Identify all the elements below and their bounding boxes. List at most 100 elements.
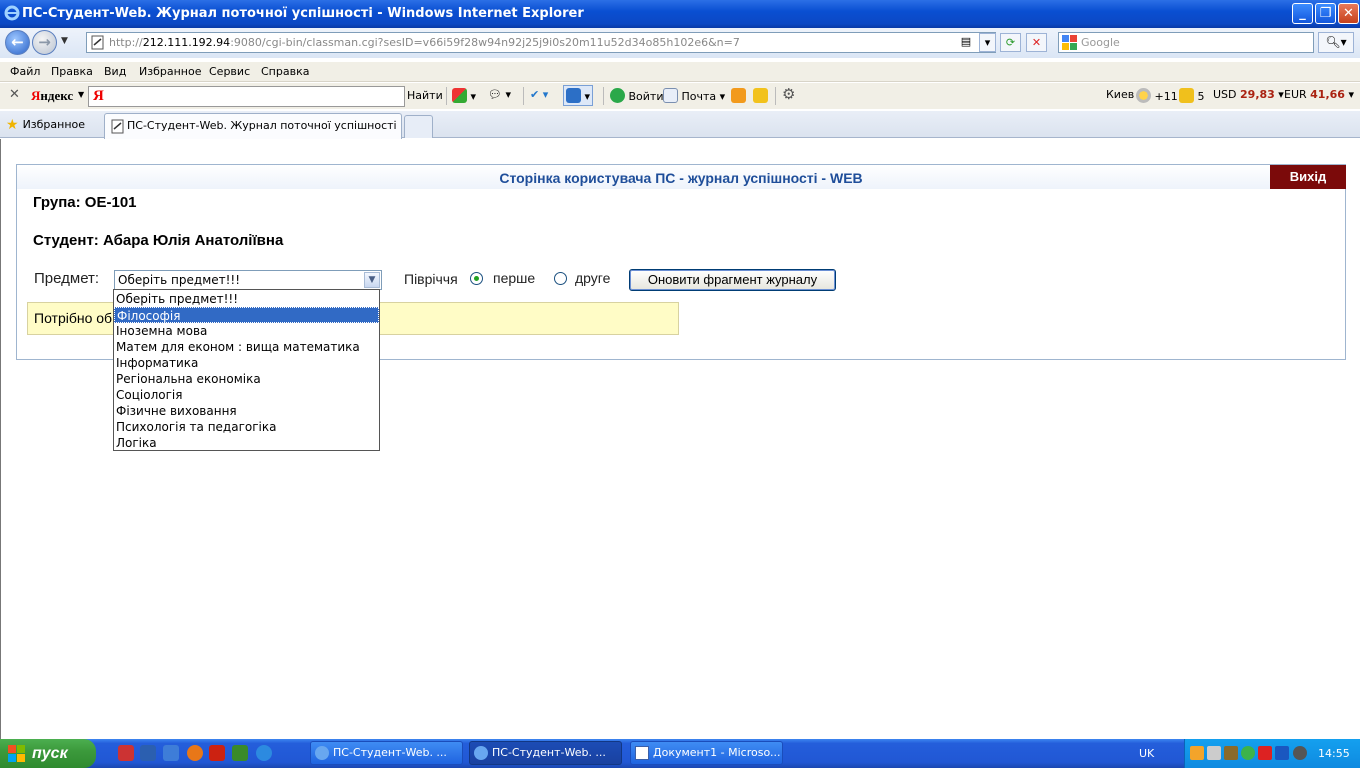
search-input[interactable]: Google xyxy=(1058,32,1314,53)
chevron-down-icon[interactable]: ▼ xyxy=(364,272,380,288)
yandex-find-button[interactable]: Найти xyxy=(407,89,443,102)
settings-gear-icon[interactable]: ⚙ xyxy=(782,85,795,103)
address-field[interactable]: http://212.111.192.94:9080/cgi-bin/class… xyxy=(86,32,996,53)
weather[interactable]: +11 xyxy=(1136,88,1178,103)
clock[interactable]: 14:55 xyxy=(1318,747,1350,760)
task-label: ПС-Студент-Web. ... xyxy=(492,746,606,759)
forward-button[interactable]: → xyxy=(32,30,57,55)
back-button[interactable]: ← xyxy=(5,30,30,55)
spellcheck-icon[interactable]: ✔ ▾ xyxy=(530,88,548,101)
logout-button[interactable]: Вихід xyxy=(1270,165,1346,189)
panel-header: Сторінка користувача ПС - журнал успішно… xyxy=(17,165,1345,189)
quicklaunch-app-icon[interactable] xyxy=(118,745,134,761)
task-button[interactable]: Документ1 - Microso... xyxy=(630,741,783,765)
highlighter-icon[interactable]: ▾ xyxy=(452,88,476,103)
subject-option[interactable]: Матем для економ : вища математика xyxy=(114,339,379,355)
url-prefix: http:// xyxy=(109,36,143,49)
task-button[interactable]: ПС-Студент-Web. ... xyxy=(310,741,463,765)
comment-icon[interactable]: 💬︎ ▾ xyxy=(488,88,511,101)
menu-favorites[interactable]: Избранное xyxy=(139,65,201,78)
upload-icon[interactable] xyxy=(209,745,225,761)
semester-first-radio[interactable] xyxy=(470,272,483,285)
network-icon[interactable] xyxy=(1275,746,1289,760)
yandex-dropdown-icon[interactable]: ▼ xyxy=(78,90,84,99)
app-icon[interactable] xyxy=(232,745,248,761)
taskbar: пуск ПС-Студент-Web. ... ПС-Студент-Web.… xyxy=(0,739,1360,768)
favorites-label: Избранное xyxy=(22,118,86,131)
window-title-bar[interactable]: ПС-Студент-Web. Журнал поточної успішнос… xyxy=(0,0,1360,28)
subject-option[interactable]: Психологія та педагогіка xyxy=(114,419,379,435)
yandex-logo[interactable]: Яндекс xyxy=(31,88,73,104)
login-icon xyxy=(610,88,625,103)
traffic[interactable]: 5 xyxy=(1179,88,1205,103)
mail-button[interactable]: Почта ▾ xyxy=(663,88,725,103)
update-icon[interactable] xyxy=(1258,746,1272,760)
page-icon xyxy=(91,35,104,50)
login-label: Войти xyxy=(628,90,664,103)
translate-icon[interactable]: ▾ xyxy=(563,85,594,106)
yandex-input-letter: Я xyxy=(93,88,104,104)
add-bookmark-icon[interactable] xyxy=(753,88,768,103)
compatibility-view-icon[interactable]: ▤ xyxy=(957,33,975,52)
tray-clock-icon[interactable] xyxy=(1293,746,1307,760)
refresh-journal-button[interactable]: Оновити фрагмент журналу xyxy=(629,269,836,291)
subject-option[interactable]: Іноземна мова xyxy=(114,323,379,339)
usd-rate[interactable]: USD 29,83 ▾ xyxy=(1213,88,1284,101)
subject-option[interactable]: Фізичне виховання xyxy=(114,403,379,419)
volume-icon[interactable] xyxy=(1224,746,1238,760)
menu-view[interactable]: Вид xyxy=(104,65,126,78)
tray-app-icon[interactable] xyxy=(1190,746,1204,760)
internet-explorer-icon[interactable] xyxy=(256,745,272,761)
subject-option[interactable]: Інформатика xyxy=(114,355,379,371)
browser-icon[interactable] xyxy=(163,745,179,761)
start-button[interactable]: пуск xyxy=(0,739,96,768)
refresh-icon[interactable]: ⟳ xyxy=(1000,33,1021,52)
subject-option-highlighted[interactable]: Філософія xyxy=(114,307,379,323)
menu-file[interactable]: Файл xyxy=(10,65,40,78)
city-label[interactable]: Киев xyxy=(1106,88,1134,101)
subject-option[interactable]: Соціологія xyxy=(114,387,379,403)
subject-option[interactable]: Логіка xyxy=(114,435,379,451)
language-indicator[interactable]: UK xyxy=(1139,747,1154,760)
page-icon xyxy=(111,119,124,134)
firefox-icon[interactable] xyxy=(187,745,203,761)
address-dropdown-button[interactable]: ▾ xyxy=(979,33,996,52)
printer-icon[interactable] xyxy=(1207,746,1221,760)
minimize-button[interactable]: _ xyxy=(1292,3,1313,24)
task-button-active[interactable]: ПС-Студент-Web. ... xyxy=(469,741,622,765)
menu-help[interactable]: Справка xyxy=(261,65,309,78)
eur-value: 41,66 xyxy=(1310,88,1345,101)
separator xyxy=(523,87,524,105)
menu-tools[interactable]: Сервис xyxy=(209,65,250,78)
semester-second-label: друге xyxy=(575,270,611,286)
new-tab-button[interactable] xyxy=(404,115,433,138)
separator xyxy=(603,87,604,105)
favorites-button[interactable]: ★ Избранное xyxy=(6,117,85,133)
antivirus-icon[interactable] xyxy=(1241,746,1255,760)
subject-dropdown-list[interactable]: Оберіть предмет!!! Філософія Іноземна мо… xyxy=(113,289,380,451)
history-dropdown-icon[interactable]: ▼ xyxy=(61,36,68,46)
search-button[interactable]: 🔍︎▾ xyxy=(1318,32,1354,53)
subject-option[interactable]: Оберіть предмет!!! xyxy=(114,291,379,307)
maximize-button[interactable]: ❐ xyxy=(1315,3,1336,24)
subject-select[interactable]: Оберіть предмет!!! ▼ xyxy=(114,270,382,290)
stop-icon[interactable]: ✕ xyxy=(1026,33,1047,52)
google-icon xyxy=(1062,35,1077,50)
forward-arrow-icon: → xyxy=(38,33,51,51)
separator xyxy=(446,87,447,105)
bookmarks-icon[interactable] xyxy=(731,88,746,103)
close-window-button[interactable]: ✕ xyxy=(1338,3,1359,24)
semester-second-radio[interactable] xyxy=(554,272,567,285)
mail-icon xyxy=(663,88,678,103)
yandex-search-input[interactable]: Я xyxy=(88,86,405,107)
mail-label: Почта xyxy=(681,90,717,103)
menu-edit[interactable]: Правка xyxy=(51,65,93,78)
close-toolbar-icon[interactable]: ✕ xyxy=(9,87,20,102)
back-arrow-icon: ← xyxy=(11,33,24,51)
save-icon[interactable] xyxy=(140,745,156,761)
login-button[interactable]: Войти xyxy=(610,88,663,103)
tab-active[interactable]: ПС-Студент-Web. Журнал поточної успішнос… xyxy=(104,113,402,139)
window-title: ПС-Студент-Web. Журнал поточної успішнос… xyxy=(22,6,584,21)
eur-rate[interactable]: EUR 41,66 ▾ xyxy=(1284,88,1354,101)
subject-option[interactable]: Регіональна економіка xyxy=(114,371,379,387)
